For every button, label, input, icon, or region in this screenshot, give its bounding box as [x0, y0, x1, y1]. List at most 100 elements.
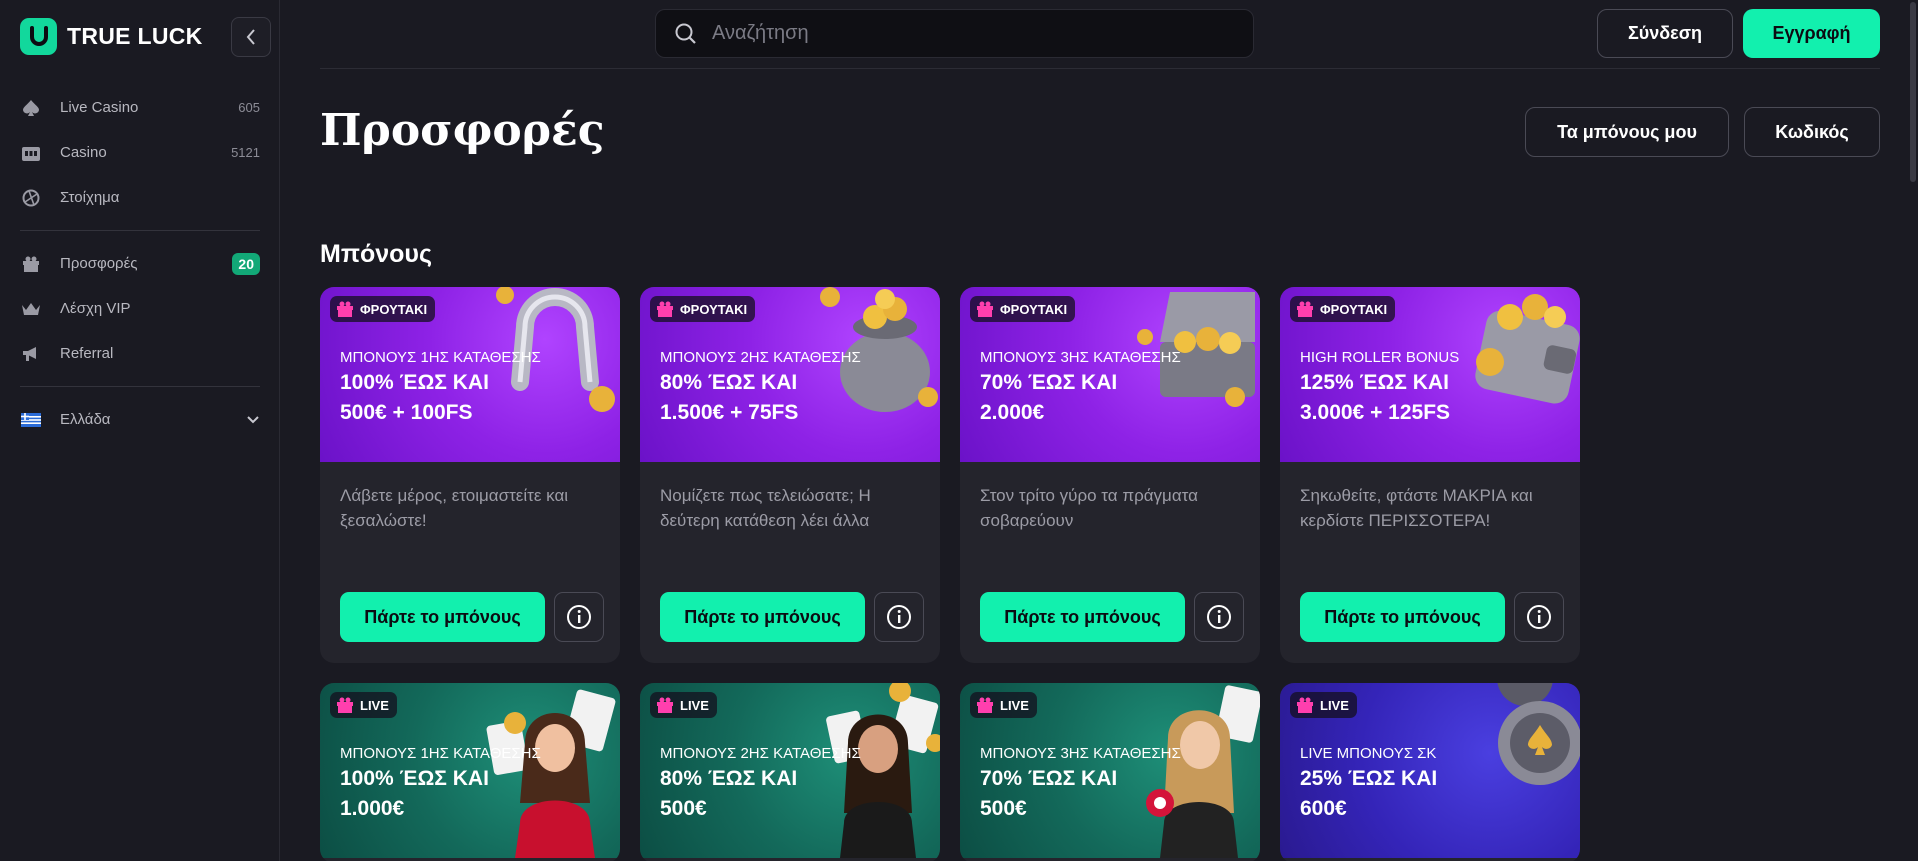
- bonus-info-button[interactable]: [874, 592, 924, 642]
- claim-bonus-button[interactable]: Πάρτε το μπόνους: [1300, 592, 1505, 642]
- sidebar-nav-main: Live Casino 605 Casino 5121 Στοίχημα Προ…: [20, 85, 260, 442]
- bonus-percent: 80% ΈΩΣ ΚΑΙ: [660, 371, 798, 394]
- bonus-banner[interactable]: ΦΡΟΥΤΑΚΙ ΜΠΟΝΟΥΣ 1ΗΣ ΚΑΤΑΘΕΣΗΣ 100% ΈΩΣ …: [320, 287, 620, 462]
- spade-icon: [20, 97, 42, 119]
- bonus-percent: 70% ΈΩΣ ΚΑΙ: [980, 371, 1118, 394]
- category-tag: ΦΡΟΥΤΑΚΙ: [650, 296, 756, 322]
- crown-icon: [20, 298, 42, 320]
- language-selector[interactable]: Ελλάδα: [20, 397, 260, 442]
- item-count: 5121: [231, 145, 260, 160]
- info-icon: [1527, 605, 1551, 629]
- bonus-description: Στον τρίτο γύρο τα πράγματα σοβαρεύουν: [980, 486, 1198, 530]
- my-bonuses-button[interactable]: Τα μπόνους μου: [1525, 107, 1729, 157]
- bonus-banner[interactable]: LIVE LIVE ΜΠΟΝΟΥΣ ΣΚ 25% ΈΩΣ ΚΑΙ 600€: [1280, 683, 1580, 858]
- tag-label: LIVE: [1320, 697, 1349, 713]
- bonus-subtitle: ΜΠΟΝΟΥΣ 2ΗΣ ΚΑΤΑΘΕΣΗΣ: [660, 745, 861, 762]
- info-icon: [887, 605, 911, 629]
- bonus-banner[interactable]: LIVE ΜΠΟΝΟΥΣ 1ΗΣ ΚΑΤΑΘΕΣΗΣ 100% ΈΩΣ ΚΑΙ …: [320, 683, 620, 858]
- bonus-amount: 1.500€ + 75FS: [660, 401, 799, 424]
- sidebar-item-label: Casino: [60, 144, 107, 161]
- gift-icon: [657, 697, 673, 713]
- gift-icon: [20, 253, 42, 275]
- sports-ball-icon: [20, 187, 42, 209]
- bonus-card: ΦΡΟΥΤΑΚΙ ΜΠΟΝΟΥΣ 3ΗΣ ΚΑΤΑΘΕΣΗΣ 70% ΈΩΣ Κ…: [960, 287, 1260, 663]
- sidebar-item-promotions[interactable]: Προσφορές 20: [20, 241, 260, 286]
- logo[interactable]: TRUE LUCK: [20, 18, 203, 55]
- search-input[interactable]: [712, 22, 1232, 45]
- bonus-info-button[interactable]: [1194, 592, 1244, 642]
- bonus-percent: 70% ΈΩΣ ΚΑΙ: [980, 767, 1118, 790]
- bonus-card: LIVE ΜΠΟΝΟΥΣ 3ΗΣ ΚΑΤΑΘΕΣΗΣ 70% ΈΩΣ ΚΑΙ 5…: [960, 683, 1260, 861]
- bonus-banner[interactable]: ΦΡΟΥΤΑΚΙ ΜΠΟΝΟΥΣ 2ΗΣ ΚΑΤΑΘΕΣΗΣ 80% ΈΩΣ Κ…: [640, 287, 940, 462]
- sidebar-item-live-casino[interactable]: Live Casino 605: [20, 85, 260, 130]
- sidebar-item-vip[interactable]: Λέσχη VIP: [20, 286, 260, 331]
- claim-bonus-button[interactable]: Πάρτε το μπόνους: [980, 592, 1185, 642]
- claim-bonus-button[interactable]: Πάρτε το μπόνους: [340, 592, 545, 642]
- bonus-subtitle: HIGH ROLLER BONUS: [1300, 349, 1460, 366]
- category-tag: ΦΡΟΥΤΑΚΙ: [1290, 296, 1396, 322]
- register-button[interactable]: Εγγραφή: [1743, 9, 1880, 58]
- gift-icon: [977, 697, 993, 713]
- search-icon: [675, 23, 696, 44]
- bonus-description: Λάβετε μέρος, ετοιμαστείτε και ξεσαλώστε…: [340, 486, 569, 530]
- login-button[interactable]: Σύνδεση: [1597, 9, 1733, 58]
- bonus-amount: 500€: [980, 797, 1027, 820]
- bonus-subtitle: ΜΠΟΝΟΥΣ 1ΗΣ ΚΑΤΑΘΕΣΗΣ: [340, 745, 541, 762]
- category-tag: LIVE: [970, 692, 1037, 718]
- bonus-banner[interactable]: LIVE ΜΠΟΝΟΥΣ 2ΗΣ ΚΑΤΑΘΕΣΗΣ 80% ΈΩΣ ΚΑΙ 5…: [640, 683, 940, 858]
- bonus-card: ΦΡΟΥΤΑΚΙ HIGH ROLLER BONUS 125% ΈΩΣ ΚΑΙ …: [1280, 287, 1580, 663]
- bonus-amount: 500€: [660, 797, 707, 820]
- dealer-illustration: [1146, 685, 1260, 858]
- tag-label: ΦΡΟΥΤΑΚΙ: [680, 301, 748, 317]
- sidebar-item-label: Στοίχημα: [60, 189, 120, 206]
- search-bar[interactable]: [655, 9, 1254, 58]
- dealer-illustration: [486, 689, 616, 858]
- bonus-subtitle: LIVE ΜΠΟΝΟΥΣ ΣΚ: [1300, 745, 1437, 762]
- category-tag: LIVE: [1290, 692, 1357, 718]
- bonus-percent: 100% ΈΩΣ ΚΑΙ: [340, 767, 489, 790]
- gift-icon: [1297, 301, 1313, 317]
- sidebar-item-label: Live Casino: [60, 99, 139, 116]
- bonus-subtitle: ΜΠΟΝΟΥΣ 3ΗΣ ΚΑΤΑΘΕΣΗΣ: [980, 745, 1181, 762]
- tag-label: LIVE: [680, 697, 709, 713]
- claim-bonus-button[interactable]: Πάρτε το μπόνους: [660, 592, 865, 642]
- category-tag: ΦΡΟΥΤΑΚΙ: [970, 296, 1076, 322]
- promo-code-button[interactable]: Κωδικός: [1744, 107, 1880, 157]
- category-tag: LIVE: [650, 692, 717, 718]
- gift-icon: [657, 301, 673, 317]
- bonus-amount: 2.000€: [980, 401, 1045, 424]
- bonus-card: LIVE ΜΠΟΝΟΥΣ 1ΗΣ ΚΑΤΑΘΕΣΗΣ 100% ΈΩΣ ΚΑΙ …: [320, 683, 620, 861]
- bonus-card: ΦΡΟΥΤΑΚΙ ΜΠΟΝΟΥΣ 2ΗΣ ΚΑΤΑΘΕΣΗΣ 80% ΈΩΣ Κ…: [640, 287, 940, 663]
- bonus-card: ΦΡΟΥΤΑΚΙ ΜΠΟΝΟΥΣ 1ΗΣ ΚΑΤΑΘΕΣΗΣ 100% ΈΩΣ …: [320, 287, 620, 663]
- info-icon: [1207, 605, 1231, 629]
- bonus-banner[interactable]: ΦΡΟΥΤΑΚΙ HIGH ROLLER BONUS 125% ΈΩΣ ΚΑΙ …: [1280, 287, 1580, 462]
- wallet-illustration: [1475, 294, 1580, 404]
- chevron-down-icon: [247, 415, 259, 423]
- slot-machine-icon: [20, 142, 42, 164]
- horseshoe-logo-icon: [20, 18, 57, 55]
- sidebar-item-label: Προσφορές: [60, 255, 138, 272]
- logo-text: TRUE LUCK: [67, 23, 203, 49]
- bonus-banner[interactable]: ΦΡΟΥΤΑΚΙ ΜΠΟΝΟΥΣ 3ΗΣ ΚΑΤΑΘΕΣΗΣ 70% ΈΩΣ Κ…: [960, 287, 1260, 462]
- tag-label: ΦΡΟΥΤΑΚΙ: [360, 301, 428, 317]
- sidebar-item-betting[interactable]: Στοίχημα: [20, 175, 260, 220]
- bonus-info-button[interactable]: [1514, 592, 1564, 642]
- bonus-amount: 3.000€ + 125FS: [1300, 401, 1451, 424]
- gift-icon: [977, 301, 993, 317]
- bonus-info-button[interactable]: [554, 592, 604, 642]
- bonus-banner[interactable]: LIVE ΜΠΟΝΟΥΣ 3ΗΣ ΚΑΤΑΘΕΣΗΣ 70% ΈΩΣ ΚΑΙ 5…: [960, 683, 1260, 858]
- tag-label: LIVE: [360, 697, 389, 713]
- dealer-illustration: [826, 683, 940, 858]
- megaphone-icon: [20, 343, 42, 365]
- sidebar-item-casino[interactable]: Casino 5121: [20, 130, 260, 175]
- collapse-sidebar-button[interactable]: [231, 17, 271, 57]
- category-tag: LIVE: [330, 692, 397, 718]
- language-label: Ελλάδα: [60, 411, 111, 428]
- page-title: Προσφορές: [320, 105, 605, 156]
- bonus-description: Νομίζετε πως τελειώσατε; Η δεύτερη κατάθ…: [660, 486, 871, 530]
- bonus-description: Σηκωθείτε, φτάστε ΜΑΚΡΙΑ και κερδίστε ΠΕ…: [1300, 486, 1533, 530]
- sidebar-item-referral[interactable]: Referral: [20, 331, 260, 376]
- chevron-left-icon: [246, 29, 255, 45]
- scrollbar-thumb[interactable]: [1910, 2, 1916, 182]
- page-scrollbar[interactable]: [1908, 0, 1918, 861]
